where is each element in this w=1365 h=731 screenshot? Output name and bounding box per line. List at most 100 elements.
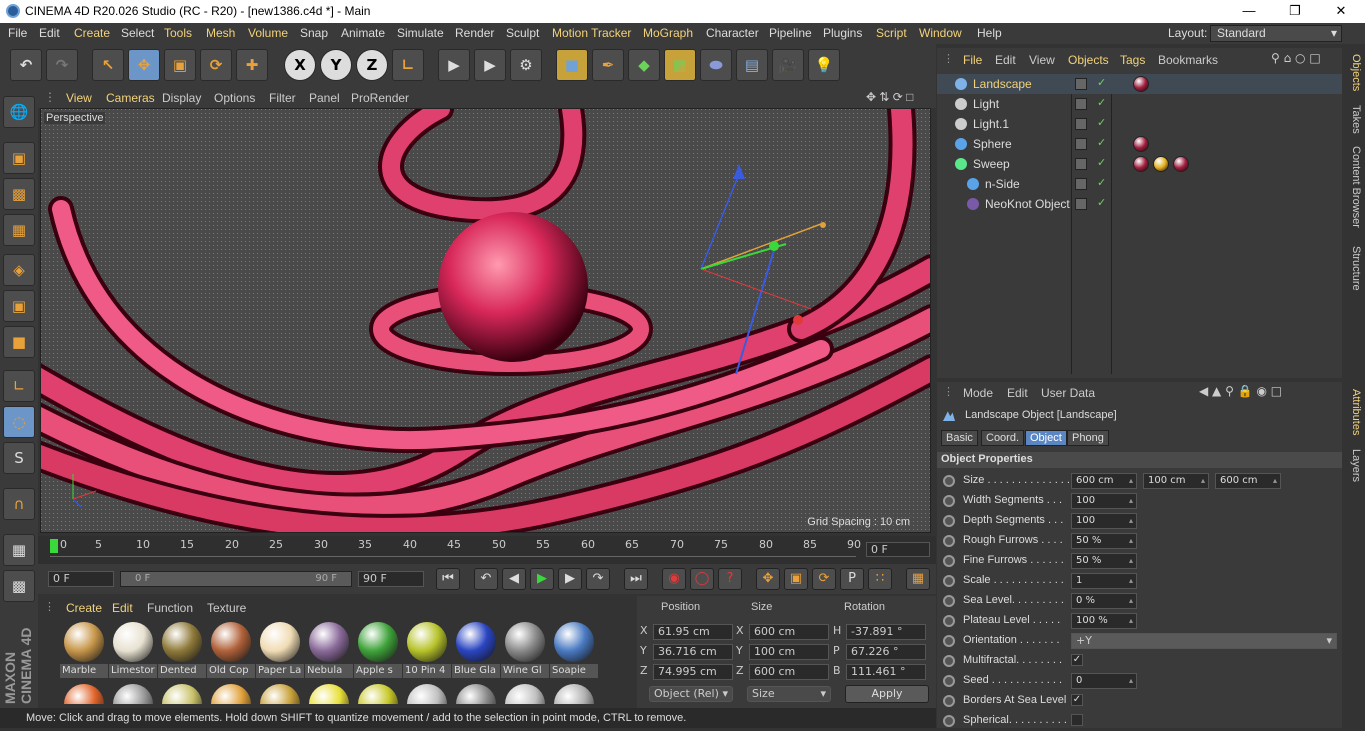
animate-property-icon[interactable]: [943, 475, 955, 487]
side-tab-objects[interactable]: Objects: [1344, 50, 1362, 96]
layer-icon[interactable]: [1075, 178, 1087, 190]
redo-icon[interactable]: ↷: [46, 49, 78, 81]
viewport-menu-display[interactable]: Display: [162, 91, 201, 105]
key-parameter-icon[interactable]: P: [840, 568, 864, 590]
solo-mode-icon[interactable]: S: [3, 442, 35, 474]
enabled-check-icon[interactable]: ✓: [1097, 176, 1106, 189]
material-item[interactable]: [256, 684, 304, 704]
material-tag-icon[interactable]: [1173, 156, 1189, 172]
material-item[interactable]: [501, 684, 549, 704]
property-value-field[interactable]: 100 %: [1071, 613, 1137, 629]
camera-label[interactable]: Perspective: [44, 112, 106, 124]
material-item[interactable]: Dented: [158, 620, 206, 678]
go-to-start-icon[interactable]: ⏮: [436, 568, 460, 590]
object-name[interactable]: n-Side: [985, 177, 1020, 191]
material-item[interactable]: 10 Pin 4: [403, 620, 451, 678]
material-item[interactable]: Paper La: [256, 620, 304, 678]
material-menu-edit[interactable]: Edit: [112, 601, 133, 615]
layout-select[interactable]: Standard ▾: [1210, 25, 1342, 42]
x-axis-lock-button[interactable]: X: [284, 49, 316, 81]
key-rotation-icon[interactable]: ⟳: [812, 568, 836, 590]
render-picture-viewer-icon[interactable]: ▶: [474, 49, 506, 81]
material-item[interactable]: Limestor: [109, 620, 157, 678]
position-field[interactable]: 36.716 cm: [653, 644, 733, 660]
material-item[interactable]: Old Cop: [207, 620, 255, 678]
animate-property-icon[interactable]: [943, 715, 955, 727]
layer-icon[interactable]: [1075, 198, 1087, 210]
rotation-field[interactable]: 67.226 °: [846, 644, 926, 660]
next-key-icon[interactable]: ↷: [586, 568, 610, 590]
objects-search-icon[interactable]: ⚲ ⌂ ○ □: [1271, 51, 1321, 65]
attributes-menu-edit[interactable]: Edit: [1007, 386, 1028, 400]
go-to-end-icon[interactable]: ⏭: [624, 568, 648, 590]
objects-menu-tags[interactable]: Tags: [1120, 53, 1145, 67]
material-item[interactable]: Nebula: [305, 620, 353, 678]
next-frame-icon[interactable]: ▶: [558, 568, 582, 590]
viewport-menu-cameras[interactable]: Cameras: [106, 91, 155, 105]
animate-property-icon[interactable]: [943, 515, 955, 527]
timeline[interactable]: 0 5 10 15 20 25 30 35 40 45 50 55 60 65 …: [38, 536, 936, 564]
enabled-check-icon[interactable]: ✓: [1097, 136, 1106, 149]
record-keys-icon[interactable]: ◉: [662, 568, 686, 590]
viewport-menu-filter[interactable]: Filter: [269, 91, 296, 105]
property-checkbox[interactable]: ✓: [1071, 654, 1083, 666]
material-item[interactable]: Marble: [60, 620, 108, 678]
live-selection-icon[interactable]: ↖: [92, 49, 124, 81]
enabled-check-icon[interactable]: ✓: [1097, 156, 1106, 169]
floor-icon[interactable]: ▤: [736, 49, 768, 81]
animate-property-icon[interactable]: [943, 595, 955, 607]
menu-pipeline[interactable]: Pipeline: [769, 26, 812, 40]
size-field[interactable]: 100 cm: [749, 644, 829, 660]
layer-icon[interactable]: [1075, 158, 1087, 170]
camera-icon[interactable]: 🎥: [772, 49, 804, 81]
tab-coord[interactable]: Coord.: [981, 430, 1025, 446]
menu-file[interactable]: File: [8, 26, 27, 40]
deformer-icon[interactable]: ⬬: [700, 49, 732, 81]
attributes-menu-mode[interactable]: Mode: [963, 386, 993, 400]
key-position-icon[interactable]: ✥: [756, 568, 780, 590]
viewport[interactable]: Perspective Grid Spacing : 10 cm: [40, 108, 931, 533]
key-pla-icon[interactable]: ∷: [868, 568, 892, 590]
menu-mesh[interactable]: Mesh: [206, 26, 235, 40]
menu-motion-tracker[interactable]: Motion Tracker: [552, 26, 631, 40]
menu-select[interactable]: Select: [121, 26, 154, 40]
current-frame-field[interactable]: 0 F: [866, 542, 930, 557]
enabled-check-icon[interactable]: ✓: [1097, 196, 1106, 209]
size-mode-select[interactable]: Size ▾: [747, 686, 831, 702]
layer-icon[interactable]: [1075, 78, 1087, 90]
make-editable-icon[interactable]: 🌐: [3, 96, 35, 128]
rotation-field[interactable]: 111.461 °: [846, 664, 926, 680]
menu-script[interactable]: Script: [876, 26, 907, 40]
viewport-menu-view[interactable]: View: [66, 91, 92, 105]
objects-menu-file[interactable]: File: [963, 53, 982, 67]
menu-volume[interactable]: Volume: [248, 26, 288, 40]
position-field[interactable]: 74.995 cm: [653, 664, 733, 680]
property-value-field[interactable]: 600 cm: [1215, 473, 1281, 489]
snap-icon[interactable]: ∩: [3, 488, 35, 520]
edit-render-settings-icon[interactable]: ⚙: [510, 49, 542, 81]
coordinate-mode-select[interactable]: Object (Rel) ▾: [649, 686, 733, 702]
material-menu-function[interactable]: Function: [147, 601, 193, 615]
object-name[interactable]: Light: [973, 97, 999, 111]
viewport-menu-options[interactable]: Options: [214, 91, 255, 105]
property-value-field[interactable]: 0 %: [1071, 593, 1137, 609]
animate-property-icon[interactable]: [943, 695, 955, 707]
object-row[interactable]: Light.1 ✓: [937, 114, 1342, 134]
menu-plugins[interactable]: Plugins: [823, 26, 862, 40]
menu-snap[interactable]: Snap: [300, 26, 328, 40]
viewport-scene[interactable]: [41, 109, 931, 533]
viewport-menu-panel[interactable]: Panel: [309, 91, 340, 105]
object-name[interactable]: Landscape: [973, 77, 1032, 91]
menu-create[interactable]: Create: [74, 26, 110, 40]
menu-help[interactable]: Help: [977, 26, 1002, 40]
locked-workplane-icon[interactable]: ▦: [3, 534, 35, 566]
timeline-window-icon[interactable]: ▦: [906, 568, 930, 590]
material-tag-icon[interactable]: [1133, 156, 1149, 172]
material-tag-icon[interactable]: [1133, 76, 1149, 92]
material-item[interactable]: Blue Gla: [452, 620, 500, 678]
side-tab-structure[interactable]: Structure: [1344, 240, 1362, 296]
array-icon[interactable]: ▦: [664, 49, 696, 81]
playhead[interactable]: [50, 539, 58, 553]
material-item[interactable]: Wine Gl: [501, 620, 549, 678]
object-name[interactable]: Sphere: [973, 137, 1012, 151]
